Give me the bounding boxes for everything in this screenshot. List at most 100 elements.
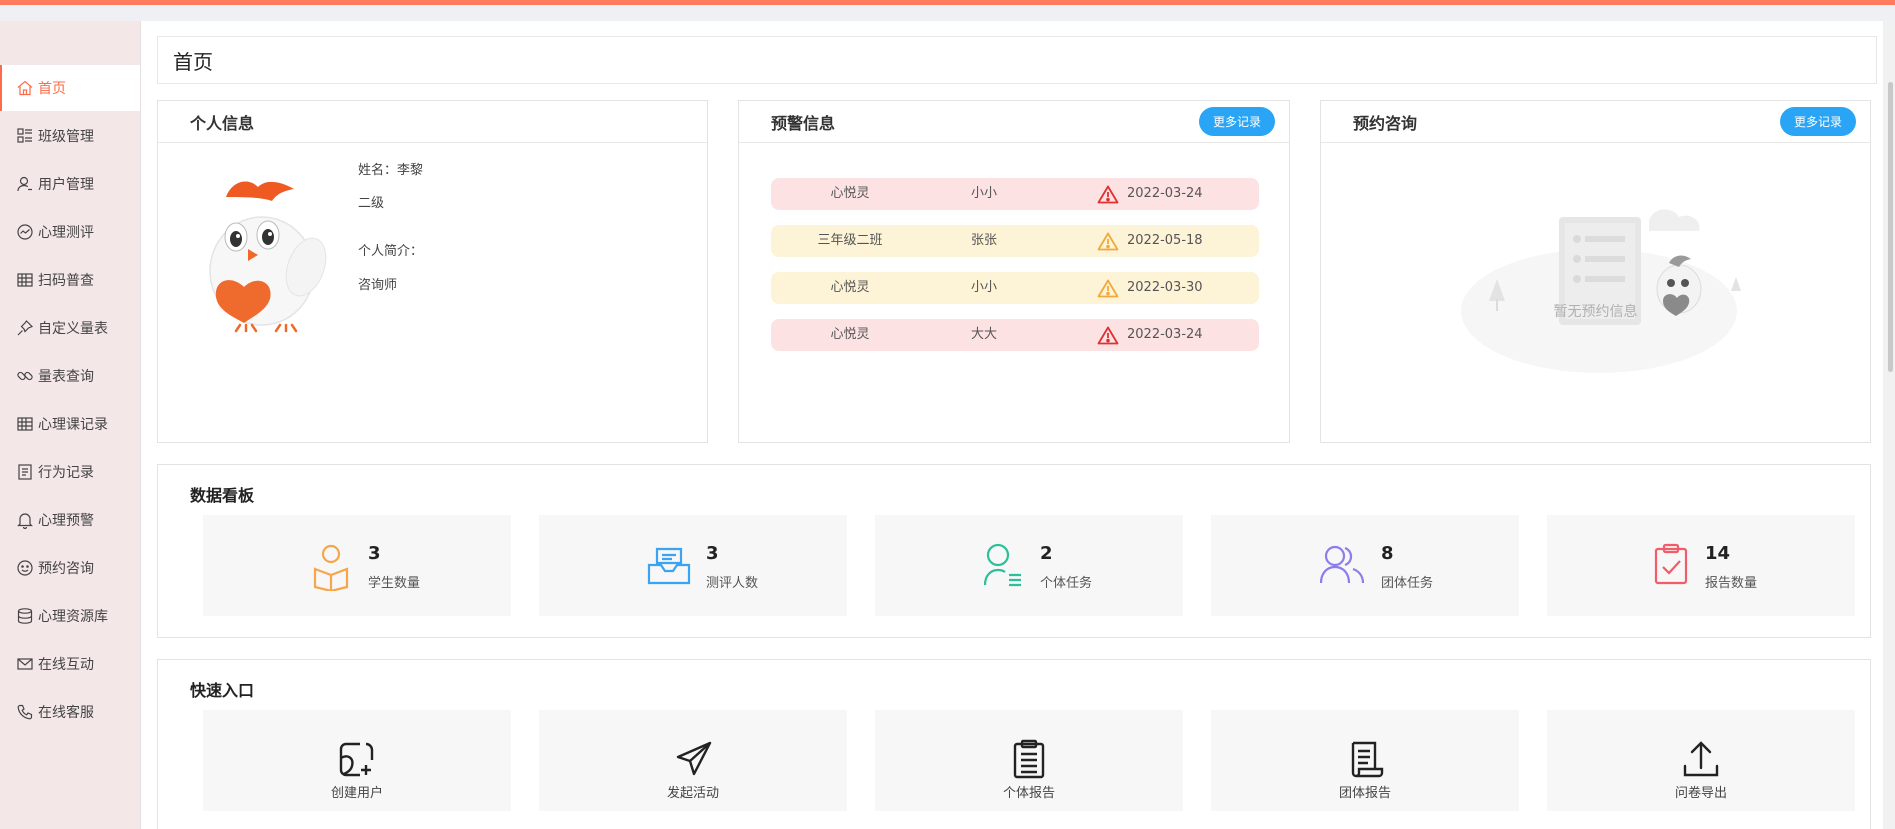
clipboard-icon	[1013, 739, 1045, 779]
dashboard-card: 数据看板 3 学生数量 3 测评人数 2 个体任务 8 团体任务 14 报告数量	[157, 464, 1871, 638]
chart-circle-icon	[17, 224, 33, 240]
sidebar-item-warning[interactable]: 心理预警	[0, 497, 140, 543]
quick-entry-card: 快速入口 创建用户 发起活动 个体报告 团体报告 问卷导出	[157, 659, 1871, 829]
quick-label: 问卷导出	[1674, 786, 1727, 801]
database-icon	[17, 608, 33, 624]
stat-label: 报告数量	[1705, 576, 1758, 591]
create-user-icon	[339, 742, 374, 777]
sidebar-item-scale-query[interactable]: 量表查询	[0, 353, 140, 399]
profile-card-title: 个人信息	[190, 113, 255, 133]
sidebar-item-label: 心理测评	[38, 225, 94, 241]
sidebar-item-scan-survey[interactable]: 扫码普查	[0, 257, 140, 303]
appointment-card: 预约咨询 更多记录 暂无预约信息	[1320, 100, 1871, 443]
sidebar-item-label: 量表查询	[38, 369, 94, 385]
stat-value: 3	[368, 543, 381, 564]
warning-date: 2022-03-30	[1127, 280, 1203, 295]
sidebar-item-label: 心理资源库	[38, 609, 108, 625]
class-grid-icon	[17, 128, 32, 143]
warning-row[interactable]: 心悦灵 大大 2022-03-24	[771, 319, 1259, 351]
quick-label: 创建用户	[330, 786, 383, 801]
quick-create-user[interactable]: 创建用户	[203, 710, 511, 811]
empty-state-illustration	[1461, 209, 1741, 373]
sidebar-item-custom-scale[interactable]: 自定义量表	[0, 305, 140, 351]
mail-icon	[17, 658, 33, 670]
users-group-icon	[1319, 545, 1365, 584]
sidebar-item-class[interactable]: 班级管理	[0, 113, 140, 159]
sidebar-item-label: 在线互动	[38, 657, 94, 673]
profile-card-header: 个人信息	[158, 101, 707, 143]
quick-start-activity[interactable]: 发起活动	[539, 710, 847, 811]
appointment-card-header: 预约咨询 更多记录	[1321, 101, 1870, 143]
warning-triangle-icon	[1097, 279, 1119, 298]
smile-icon	[17, 560, 33, 576]
dashboard-title: 数据看板	[190, 486, 255, 505]
stat-tile-group-tasks[interactable]: 8 团体任务	[1211, 515, 1519, 616]
warning-date: 2022-03-24	[1127, 327, 1203, 342]
warning-group: 三年级二班	[817, 233, 883, 248]
sidebar-item-label: 扫码普查	[38, 273, 94, 289]
quick-group-report[interactable]: 团体报告	[1211, 710, 1519, 811]
document-icon	[18, 464, 32, 480]
stat-label: 团体任务	[1381, 576, 1434, 591]
stat-tile-students[interactable]: 3 学生数量	[203, 515, 511, 616]
stat-label: 测评人数	[706, 576, 759, 591]
warning-student-name: 大大	[970, 327, 997, 342]
stat-label: 学生数量	[368, 576, 421, 591]
table-icon	[17, 417, 33, 431]
warning-row[interactable]: 三年级二班 张张 2022-05-18	[771, 225, 1259, 257]
appointment-empty-text: 暂无预约信息	[1553, 304, 1638, 320]
appointment-card-title: 预约咨询	[1353, 113, 1418, 133]
stat-value: 8	[1381, 543, 1394, 564]
phone-icon	[17, 704, 33, 720]
scroll-report-icon	[1351, 741, 1384, 778]
sidebar-item-label: 心理课记录	[38, 417, 108, 433]
stat-tile-reports[interactable]: 14 报告数量	[1547, 515, 1855, 616]
quick-individual-report[interactable]: 个体报告	[875, 710, 1183, 811]
sidebar-item-assessment[interactable]: 心理测评	[0, 209, 140, 255]
sidebar-item-label: 预约咨询	[38, 561, 94, 577]
profile-intro-label: 个人简介：	[358, 244, 424, 259]
warning-student-name: 张张	[970, 233, 997, 248]
scrollbar-thumb[interactable]	[1888, 82, 1893, 372]
warning-row[interactable]: 心悦灵 小小 2022-03-30	[771, 272, 1259, 304]
stat-tile-assessed[interactable]: 3 测评人数	[539, 515, 847, 616]
sidebar-item-behavior-record[interactable]: 行为记录	[0, 449, 140, 495]
warning-date: 2022-05-18	[1127, 233, 1203, 248]
quick-label: 发起活动	[666, 786, 719, 801]
warning-student-name: 小小	[970, 280, 997, 295]
sidebar: 首页 班级管理 用户管理 心理测评 扫码普查 自定义量表 量表查询 心理课记录 …	[0, 21, 141, 829]
warning-group: 心悦灵	[830, 327, 870, 342]
sidebar-item-label: 行为记录	[38, 465, 94, 481]
profile-level: 二级	[358, 196, 385, 211]
sidebar-item-customer-service[interactable]: 在线客服	[0, 689, 140, 735]
sidebar-item-appointment[interactable]: 预约咨询	[0, 545, 140, 591]
sidebar-item-home[interactable]: 首页	[0, 65, 140, 111]
warning-more-records-button[interactable]: 更多记录	[1198, 107, 1275, 136]
sidebar-item-course-record[interactable]: 心理课记录	[0, 401, 140, 447]
stat-tile-individual-tasks[interactable]: 2 个体任务	[875, 515, 1183, 616]
user-list-icon	[983, 543, 1021, 587]
page-title: 首页	[157, 36, 1877, 84]
sidebar-item-label: 在线客服	[38, 705, 94, 721]
warning-triangle-icon	[1097, 185, 1119, 204]
quick-entry-title: 快速入口	[190, 681, 255, 700]
warning-student-name: 小小	[970, 186, 997, 201]
sidebar-item-resources[interactable]: 心理资源库	[0, 593, 140, 639]
appointment-more-records-button[interactable]: 更多记录	[1779, 107, 1856, 136]
bell-icon	[17, 513, 33, 529]
sidebar-item-label: 班级管理	[38, 129, 94, 145]
home-icon	[17, 80, 33, 96]
warning-triangle-icon	[1097, 326, 1119, 345]
clipboard-check-icon	[1654, 543, 1688, 585]
sidebar-item-label: 用户管理	[38, 177, 94, 193]
profile-card: 个人信息 姓名：李黎 二级 个人简介： 咨询师	[157, 100, 708, 443]
user-icon	[17, 176, 32, 192]
sidebar-item-users[interactable]: 用户管理	[0, 161, 140, 207]
quick-questionnaire-export[interactable]: 问卷导出	[1547, 710, 1855, 811]
student-book-icon	[313, 544, 349, 591]
warning-card-title: 预警信息	[771, 113, 836, 133]
pin-icon	[17, 320, 34, 336]
sidebar-item-online-interaction[interactable]: 在线互动	[0, 641, 140, 687]
stat-value: 3	[706, 543, 719, 564]
warning-row[interactable]: 心悦灵 小小 2022-03-24	[771, 178, 1259, 210]
